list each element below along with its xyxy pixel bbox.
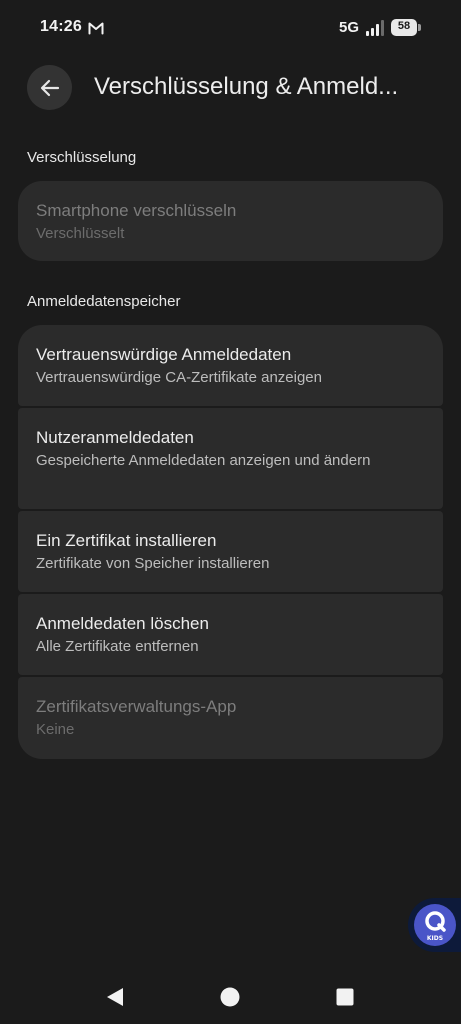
back-button[interactable]: [27, 65, 72, 110]
page-title: Verschlüsselung & Anmeld...: [94, 73, 399, 100]
battery-icon: 58: [391, 19, 421, 36]
status-bar: 14:26 5G 58: [0, 0, 461, 56]
battery-tip: [418, 24, 421, 31]
nav-recents-icon[interactable]: [336, 988, 354, 1006]
network-type: 5G: [339, 19, 360, 36]
nav-home-icon[interactable]: [220, 987, 240, 1007]
setting-title: Anmeldedaten löschen: [36, 614, 209, 633]
setting-clear-credentials[interactable]: Anmeldedaten löschen Alle Zertifikate en…: [18, 594, 443, 675]
setting-subtitle: Alle Zertifikate entfernen: [36, 638, 199, 655]
kids-label: KIDS: [427, 935, 443, 942]
setting-subtitle: Keine: [36, 721, 75, 738]
setting-certificate-management-app[interactable]: Zertifikatsverwaltungs-App Keine: [18, 677, 443, 759]
setting-user-credentials[interactable]: Nutzeranmeldedaten Gespeicherte Anmelded…: [18, 408, 443, 509]
battery-level: 58: [397, 20, 411, 32]
gmail-icon: [88, 22, 104, 35]
setting-title: Vertrauenswürdige Anmeldedaten: [36, 345, 292, 364]
setting-title: Smartphone verschlüsseln: [36, 201, 237, 220]
setting-subtitle: Verschlüsselt: [36, 225, 125, 242]
q-logo-icon: KIDS: [425, 911, 446, 942]
setting-title: Zertifikatsverwaltungs-App: [36, 697, 237, 716]
setting-encrypt-phone[interactable]: Smartphone verschlüsseln Verschlüsselt: [18, 181, 443, 261]
section-header-encryption: Verschlüsselung: [27, 149, 137, 166]
navigation-bar: [0, 965, 461, 1024]
q-kids-icon: KIDS: [414, 904, 456, 946]
setting-title: Nutzeranmeldedaten: [36, 428, 194, 447]
settings-screen: 14:26 5G 58 Verschlüsselung & Anmeld... …: [0, 0, 461, 1024]
setting-subtitle: Gespeicherte Anmeldedaten anzeigen und ä…: [36, 452, 371, 469]
kids-floating-button[interactable]: KIDS: [408, 898, 461, 952]
setting-title: Ein Zertifikat installieren: [36, 531, 217, 550]
status-time: 14:26: [40, 18, 82, 35]
setting-subtitle: Vertrauenswürdige CA-Zertifikate anzeige…: [36, 369, 322, 386]
section-header-credential-storage: Anmeldedatenspeicher: [27, 293, 181, 310]
setting-install-certificate[interactable]: Ein Zertifikat installieren Zertifikate …: [18, 511, 443, 592]
nav-back-icon[interactable]: [105, 987, 125, 1007]
signal-icon: [366, 20, 384, 36]
arrow-back-icon: [40, 79, 59, 96]
setting-trusted-credentials[interactable]: Vertrauenswürdige Anmeldedaten Vertrauen…: [18, 325, 443, 406]
setting-subtitle: Zertifikate von Speicher installieren: [36, 555, 270, 572]
